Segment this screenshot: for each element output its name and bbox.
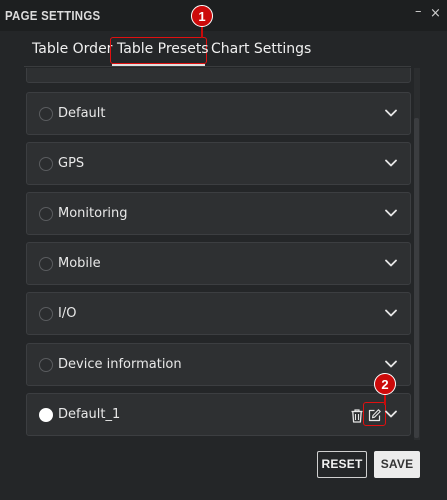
- reset-button[interactable]: RESET: [317, 451, 367, 478]
- preset-panel-io[interactable]: I/O: [26, 292, 411, 335]
- chevron-down-icon[interactable]: [385, 408, 397, 420]
- list-item: [26, 68, 411, 83]
- marker-1-pointer: [201, 26, 203, 38]
- edit-icon: [368, 407, 381, 422]
- step-marker-1: 1: [191, 5, 213, 27]
- chevron-down-icon[interactable]: [385, 307, 397, 319]
- tab-table-presets[interactable]: Table Presets: [110, 37, 209, 66]
- preset-panel-mobile[interactable]: Mobile: [26, 242, 411, 285]
- preset-panel-default[interactable]: Default: [26, 92, 411, 135]
- scrollbar-thumb[interactable]: [414, 118, 419, 438]
- preset-panel-monitoring[interactable]: Monitoring: [26, 192, 411, 235]
- settings-tabs: Table Order Table Presets Chart Settings: [0, 31, 447, 67]
- preset-radio[interactable]: [39, 358, 53, 372]
- trash-icon[interactable]: [351, 408, 363, 423]
- chevron-down-icon[interactable]: [385, 157, 397, 169]
- preset-label: Monitoring: [58, 206, 128, 221]
- page-settings-window: PAGE SETTINGS – × Table Order Table Pres…: [0, 0, 447, 500]
- preset-radio[interactable]: [39, 157, 53, 171]
- tabs-divider: [24, 66, 411, 67]
- marker-2-pointer: [384, 394, 386, 405]
- minimize-icon[interactable]: –: [415, 5, 422, 19]
- preset-panel-gps[interactable]: GPS: [26, 142, 411, 185]
- preset-label: Mobile: [58, 256, 101, 271]
- preset-radio-selected[interactable]: [39, 408, 53, 422]
- chevron-down-icon[interactable]: [385, 358, 397, 370]
- close-icon[interactable]: ×: [430, 7, 441, 21]
- preset-label: Default: [58, 106, 106, 121]
- tab-table-order[interactable]: Table Order: [32, 41, 112, 57]
- preset-label: Default_1: [58, 407, 121, 422]
- preset-radio[interactable]: [39, 257, 53, 271]
- preset-label: Device information: [58, 357, 182, 372]
- step-marker-2: 2: [374, 373, 396, 395]
- presets-list: Default GPS Monitoring Mobile I/O Device…: [24, 68, 414, 440]
- preset-radio[interactable]: [39, 207, 53, 221]
- preset-label: I/O: [58, 306, 77, 321]
- chevron-down-icon[interactable]: [385, 107, 397, 119]
- chevron-down-icon[interactable]: [385, 257, 397, 269]
- window-title: PAGE SETTINGS: [5, 8, 101, 23]
- preset-radio[interactable]: [39, 307, 53, 321]
- preset-panel-device-information[interactable]: Device information: [26, 343, 411, 386]
- edit-button[interactable]: [363, 402, 386, 426]
- title-bar: PAGE SETTINGS – ×: [0, 0, 447, 31]
- tab-chart-settings[interactable]: Chart Settings: [211, 41, 311, 57]
- save-button[interactable]: SAVE: [374, 451, 420, 478]
- chevron-down-icon[interactable]: [385, 207, 397, 219]
- preset-panel-default-1[interactable]: Default_1: [26, 393, 411, 436]
- preset-label: GPS: [58, 156, 85, 171]
- preset-radio[interactable]: [39, 107, 53, 121]
